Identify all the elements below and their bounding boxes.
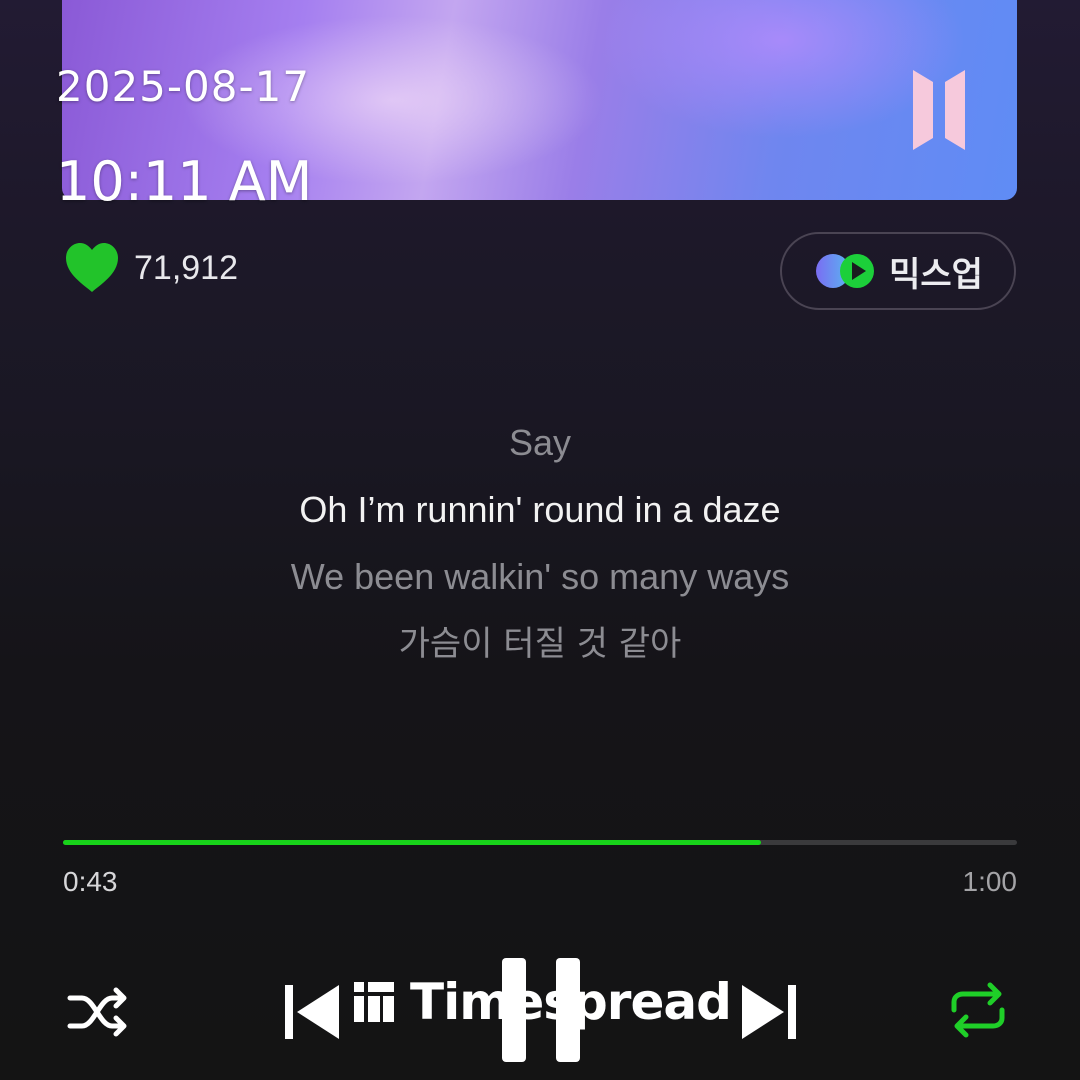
- lyric-line: Say: [508, 422, 572, 463]
- mixup-label: 믹스업: [889, 254, 983, 295]
- repeat-icon[interactable]: [946, 980, 1010, 1040]
- bts-logo-icon: [913, 70, 965, 150]
- progress-fill: [63, 840, 762, 845]
- heart-icon: [66, 243, 118, 292]
- watermark-text: Timespread: [410, 973, 732, 1031]
- lyrics-panel[interactable]: Say Oh I’m runnin' round in a daze We be…: [0, 418, 1080, 686]
- shuffle-icon[interactable]: [66, 985, 130, 1039]
- skip-previous-icon[interactable]: [283, 983, 341, 1041]
- progress-bar[interactable]: [63, 840, 1017, 845]
- mixup-icon: [816, 254, 875, 288]
- lyric-line-current: Oh I’m runnin' round in a daze: [299, 489, 781, 530]
- overlay-time: 10:11 AM: [56, 150, 313, 213]
- total-time: 1:00: [962, 866, 1018, 897]
- like-count: 71,912: [134, 248, 238, 287]
- mixup-button[interactable]: 믹스업: [780, 232, 1016, 310]
- timespread-logo-icon: [354, 982, 394, 1022]
- lyric-line: We been walkin' so many ways: [290, 556, 790, 597]
- skip-next-icon[interactable]: [740, 983, 798, 1041]
- current-time: 0:43: [63, 866, 118, 897]
- timespread-watermark: Timespread: [352, 972, 732, 1032]
- overlay-date: 2025-08-17: [56, 62, 311, 111]
- like-button[interactable]: 71,912: [64, 242, 238, 294]
- lyric-line: 가슴이 터질 것 같아: [398, 624, 682, 664]
